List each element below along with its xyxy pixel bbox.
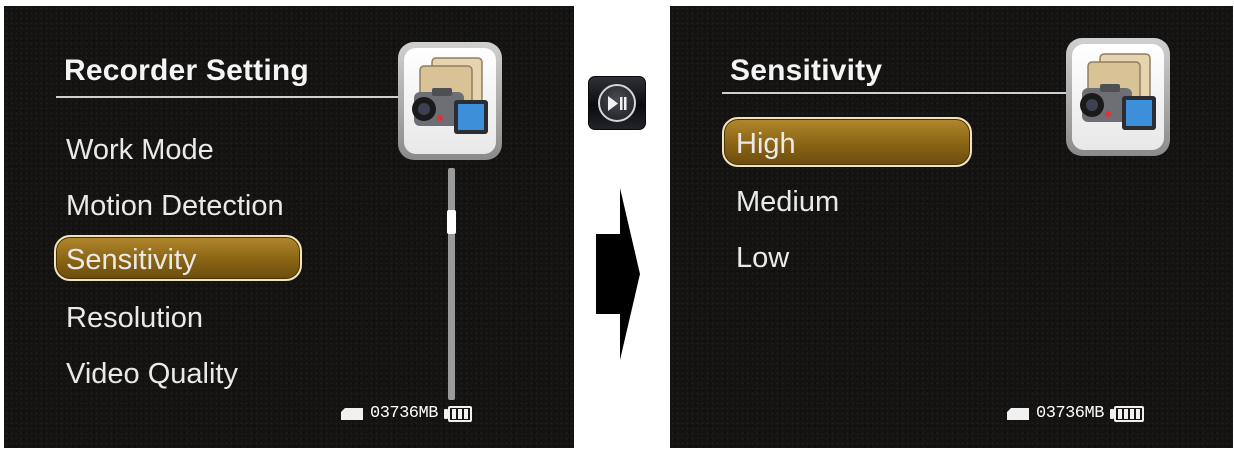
menu-item-sensitivity[interactable]: Sensitivity: [54, 235, 302, 281]
page-title: Sensitivity: [730, 54, 883, 87]
storage-remaining: 03736MB: [1036, 404, 1104, 423]
menu-item-motion-detection[interactable]: Motion Detection: [66, 186, 284, 226]
scrollbar[interactable]: [447, 168, 456, 400]
play-pause-icon: [598, 84, 636, 122]
camcorder-icon: [398, 42, 502, 160]
sensitivity-screen: Sensitivity High Medium Low 03736MB: [670, 6, 1233, 448]
right-arrow-icon: [596, 188, 640, 360]
battery-icon: [1109, 405, 1144, 422]
sd-card-icon: [341, 407, 363, 420]
battery-icon: [443, 405, 472, 422]
camcorder-icon: [1066, 38, 1170, 156]
menu-item-resolution[interactable]: Resolution: [66, 298, 203, 338]
status-bar: 03736MB: [1006, 404, 1144, 423]
play-pause-button[interactable]: [588, 76, 646, 130]
menu-item-video-quality[interactable]: Video Quality: [66, 354, 238, 394]
sd-card-icon: [1007, 407, 1029, 420]
title-divider: [722, 92, 1072, 94]
recorder-setting-screen: Recorder Setting Work Mode Motion Detect…: [4, 6, 574, 448]
option-medium[interactable]: Medium: [736, 182, 839, 222]
status-bar: 03736MB: [340, 404, 472, 423]
option-high[interactable]: High: [722, 117, 972, 167]
menu-item-work-mode[interactable]: Work Mode: [66, 130, 214, 170]
page-title: Recorder Setting: [64, 54, 309, 87]
option-low[interactable]: Low: [736, 238, 789, 278]
scrollbar-thumb[interactable]: [447, 210, 456, 234]
title-divider: [56, 96, 406, 98]
storage-remaining: 03736MB: [370, 404, 438, 423]
